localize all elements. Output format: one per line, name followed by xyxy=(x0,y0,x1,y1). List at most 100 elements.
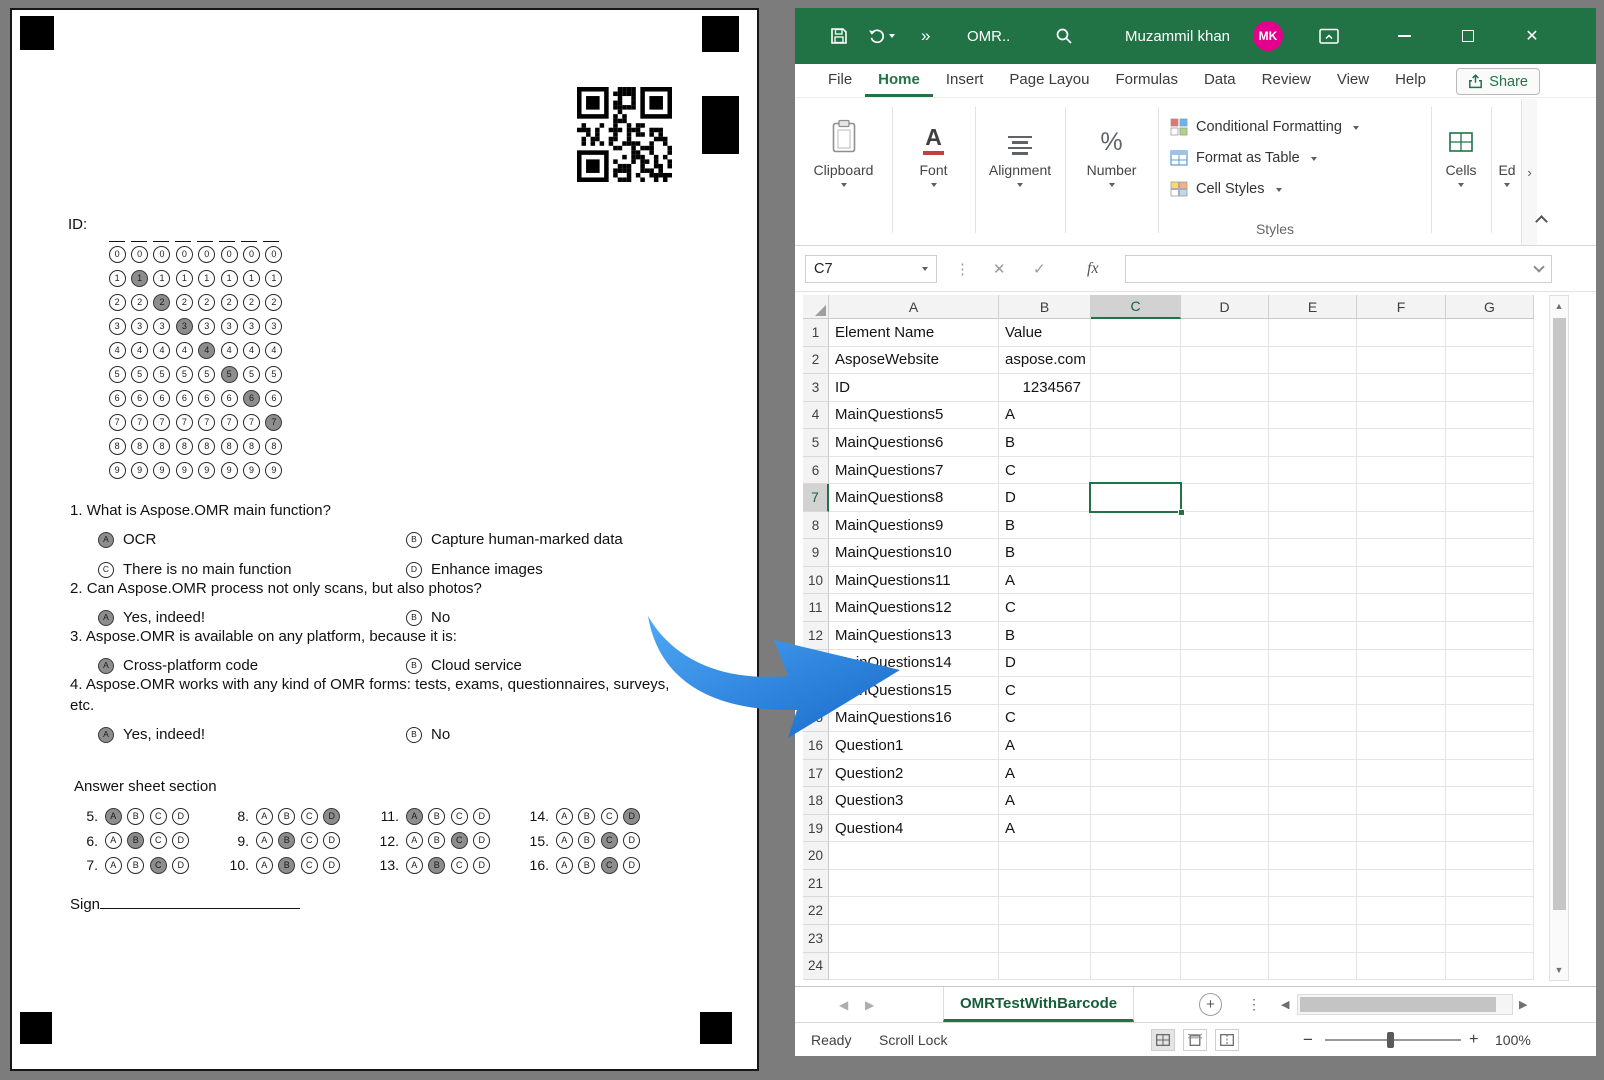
column-header-c[interactable]: C xyxy=(1091,295,1181,319)
cell-b11[interactable]: C xyxy=(999,594,1091,622)
row-header-10[interactable]: 10 xyxy=(803,567,829,595)
cell-b20[interactable] xyxy=(999,842,1091,870)
cells-group-button[interactable]: Cells xyxy=(1435,109,1487,187)
ribbon-tab-view[interactable]: View xyxy=(1324,64,1382,97)
cell-e23[interactable] xyxy=(1269,925,1357,953)
clipboard-group-button[interactable]: Clipboard xyxy=(795,109,892,187)
cell-g22[interactable] xyxy=(1446,897,1534,925)
column-header-d[interactable]: D xyxy=(1181,295,1269,319)
cancel-icon[interactable]: ✕ xyxy=(993,255,1006,283)
row-header-21[interactable]: 21 xyxy=(803,870,829,898)
cell-d22[interactable] xyxy=(1181,897,1269,925)
quick-access-overflow[interactable]: » xyxy=(921,8,930,64)
cell-a22[interactable] xyxy=(829,897,999,925)
horizontal-scrollbar[interactable] xyxy=(1297,994,1513,1015)
horizontal-scroll-thumb[interactable] xyxy=(1300,997,1496,1012)
cell-f6[interactable] xyxy=(1357,457,1446,485)
column-header-e[interactable]: E xyxy=(1269,295,1357,319)
row-header-23[interactable]: 23 xyxy=(803,925,829,953)
cell-f13[interactable] xyxy=(1357,650,1446,678)
cell-b5[interactable]: B xyxy=(999,429,1091,457)
editing-group-button[interactable]: Ed xyxy=(1493,109,1521,187)
cell-d9[interactable] xyxy=(1181,539,1269,567)
select-all-corner[interactable] xyxy=(803,295,829,319)
cell-e1[interactable] xyxy=(1269,319,1357,347)
cell-b4[interactable]: A xyxy=(999,402,1091,430)
page-layout-view-button[interactable] xyxy=(1183,1029,1207,1051)
cell-g5[interactable] xyxy=(1446,429,1534,457)
cell-g20[interactable] xyxy=(1446,842,1534,870)
cell-b19[interactable]: A xyxy=(999,815,1091,843)
cell-b18[interactable]: A xyxy=(999,787,1091,815)
cell-d11[interactable] xyxy=(1181,594,1269,622)
cell-d24[interactable] xyxy=(1181,953,1269,981)
collapse-ribbon-icon[interactable] xyxy=(1535,215,1548,228)
cell-g18[interactable] xyxy=(1446,787,1534,815)
row-header-9[interactable]: 9 xyxy=(803,539,829,567)
conditional-formatting-button[interactable]: Conditional Formatting xyxy=(1170,111,1359,142)
cell-g17[interactable] xyxy=(1446,760,1534,788)
cell-c16[interactable] xyxy=(1091,732,1181,760)
vertical-scroll-thumb[interactable] xyxy=(1553,318,1566,910)
scroll-down-icon[interactable]: ▼ xyxy=(1550,965,1568,975)
cell-b2[interactable]: aspose.com xyxy=(999,347,1091,375)
cell-b17[interactable]: A xyxy=(999,760,1091,788)
cell-b24[interactable] xyxy=(999,953,1091,981)
cell-b14[interactable]: C xyxy=(999,677,1091,705)
row-header-6[interactable]: 6 xyxy=(803,457,829,485)
column-header-f[interactable]: F xyxy=(1357,295,1446,319)
ribbon-display-options-button[interactable] xyxy=(1319,8,1339,64)
user-avatar[interactable]: MK xyxy=(1253,8,1283,64)
cell-d12[interactable] xyxy=(1181,622,1269,650)
cell-f14[interactable] xyxy=(1357,677,1446,705)
ribbon-tab-page-layou[interactable]: Page Layou xyxy=(996,64,1102,97)
cell-c24[interactable] xyxy=(1091,953,1181,981)
row-header-5[interactable]: 5 xyxy=(803,429,829,457)
cell-b10[interactable]: A xyxy=(999,567,1091,595)
cell-a20[interactable] xyxy=(829,842,999,870)
cell-g4[interactable] xyxy=(1446,402,1534,430)
column-header-a[interactable]: A xyxy=(829,295,999,319)
row-header-18[interactable]: 18 xyxy=(803,787,829,815)
cell-e12[interactable] xyxy=(1269,622,1357,650)
cell-c1[interactable] xyxy=(1091,319,1181,347)
ribbon-tab-formulas[interactable]: Formulas xyxy=(1102,64,1191,97)
cell-a3[interactable]: ID xyxy=(829,374,999,402)
cell-d2[interactable] xyxy=(1181,347,1269,375)
cell-b12[interactable]: B xyxy=(999,622,1091,650)
cell-c20[interactable] xyxy=(1091,842,1181,870)
ribbon-tab-home[interactable]: Home xyxy=(865,64,933,97)
cell-f15[interactable] xyxy=(1357,705,1446,733)
cell-d3[interactable] xyxy=(1181,374,1269,402)
ribbon-tab-insert[interactable]: Insert xyxy=(933,64,997,97)
cell-e4[interactable] xyxy=(1269,402,1357,430)
cell-e2[interactable] xyxy=(1269,347,1357,375)
cell-g9[interactable] xyxy=(1446,539,1534,567)
cell-a7[interactable]: MainQuestions8 xyxy=(829,484,999,512)
cell-b3[interactable]: 1234567 xyxy=(999,374,1091,402)
cell-g16[interactable] xyxy=(1446,732,1534,760)
cell-d20[interactable] xyxy=(1181,842,1269,870)
cell-c7[interactable] xyxy=(1091,484,1181,512)
cell-e21[interactable] xyxy=(1269,870,1357,898)
cell-c12[interactable] xyxy=(1091,622,1181,650)
row-header-4[interactable]: 4 xyxy=(803,402,829,430)
hscroll-right-icon[interactable]: ▶ xyxy=(1519,987,1527,1022)
cell-f1[interactable] xyxy=(1357,319,1446,347)
cell-c18[interactable] xyxy=(1091,787,1181,815)
cell-g23[interactable] xyxy=(1446,925,1534,953)
vertical-scrollbar[interactable]: ▲ ▼ xyxy=(1549,295,1569,981)
sheet-tab-omrtestwithbarcode[interactable]: OMRTestWithBarcode xyxy=(943,987,1134,1022)
cell-e8[interactable] xyxy=(1269,512,1357,540)
page-break-view-button[interactable] xyxy=(1215,1029,1239,1051)
name-box[interactable]: C7 xyxy=(805,255,937,283)
cell-b15[interactable]: C xyxy=(999,705,1091,733)
row-header-2[interactable]: 2 xyxy=(803,347,829,375)
cell-g11[interactable] xyxy=(1446,594,1534,622)
maximize-button[interactable] xyxy=(1445,8,1491,64)
cell-d17[interactable] xyxy=(1181,760,1269,788)
cell-styles-button[interactable]: Cell Styles xyxy=(1170,173,1359,204)
cell-a24[interactable] xyxy=(829,953,999,981)
format-as-table-button[interactable]: Format as Table xyxy=(1170,142,1359,173)
cell-e14[interactable] xyxy=(1269,677,1357,705)
